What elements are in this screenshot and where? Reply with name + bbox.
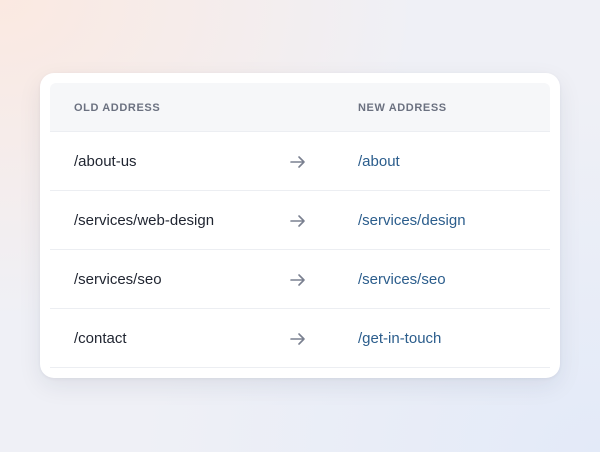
new-address-link[interactable]: /get-in-touch xyxy=(358,330,441,347)
new-address-cell: /get-in-touch xyxy=(350,330,550,348)
arrow-right-icon xyxy=(290,214,305,227)
old-address-cell: /about-us xyxy=(50,153,290,171)
table-row: /services/seo /services/seo xyxy=(50,250,550,309)
header-new-address: NEW ADDRESS xyxy=(358,102,447,114)
new-address-link[interactable]: /services/design xyxy=(358,212,466,229)
redirect-table: OLD ADDRESS NEW ADDRESS /about-us /about… xyxy=(50,83,550,368)
arrow-cell xyxy=(290,155,350,169)
old-address-cell: /services/seo xyxy=(50,271,290,289)
arrow-cell xyxy=(290,273,350,287)
header-old-address: OLD ADDRESS xyxy=(74,102,161,114)
old-address: /contact xyxy=(74,329,127,347)
old-address-cell: /contact xyxy=(50,330,290,348)
table-header: OLD ADDRESS NEW ADDRESS xyxy=(50,83,550,132)
arrow-right-icon xyxy=(290,332,305,345)
redirect-table-card: OLD ADDRESS NEW ADDRESS /about-us /about… xyxy=(40,73,560,378)
header-cell-old: OLD ADDRESS xyxy=(50,98,290,116)
old-address: /about-us xyxy=(74,152,137,170)
old-address: /services/web-design xyxy=(74,211,215,229)
new-address-link[interactable]: /about xyxy=(358,153,400,170)
new-address-cell: /services/design xyxy=(350,212,550,230)
arrow-right-icon xyxy=(290,273,305,286)
new-address-cell: /about xyxy=(350,153,550,171)
old-address-cell: /services/web-design xyxy=(50,212,290,230)
old-address: /services/seo xyxy=(74,270,162,288)
new-address-cell: /services/seo xyxy=(350,271,550,289)
arrow-cell xyxy=(290,332,350,346)
table-row: /about-us /about xyxy=(50,132,550,191)
arrow-right-icon xyxy=(290,155,305,168)
table-row: /services/web-design /services/design xyxy=(50,191,550,250)
table-row: /contact /get-in-touch xyxy=(50,309,550,368)
header-cell-new: NEW ADDRESS xyxy=(290,98,550,116)
new-address-link[interactable]: /services/seo xyxy=(358,271,446,288)
arrow-cell xyxy=(290,214,350,228)
